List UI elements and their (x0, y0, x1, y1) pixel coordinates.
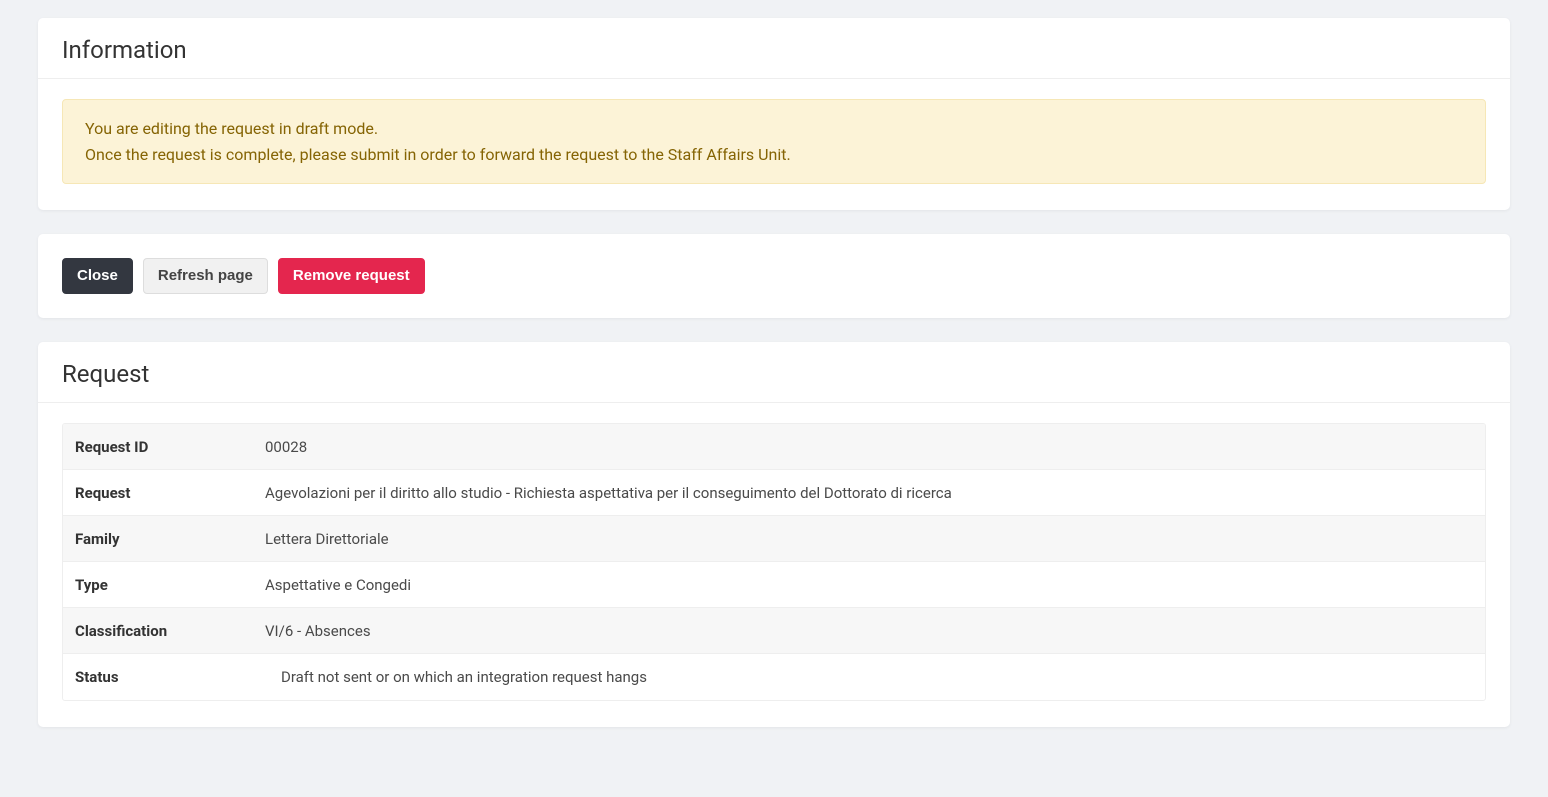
details-value: Agevolazioni per il diritto allo studio … (253, 472, 1485, 514)
remove-request-button[interactable]: Remove request (278, 258, 425, 294)
refresh-page-button[interactable]: Refresh page (143, 258, 268, 294)
information-title: Information (62, 36, 1486, 64)
information-card: Information You are editing the request … (38, 18, 1510, 210)
draft-mode-alert: You are editing the request in draft mod… (62, 99, 1486, 184)
details-row: FamilyLettera Direttoriale (63, 516, 1485, 562)
information-header: Information (38, 18, 1510, 79)
details-value: Aspettative e Congedi (253, 564, 1485, 606)
request-header: Request (38, 342, 1510, 403)
alert-line-2: Once the request is complete, please sub… (85, 142, 1463, 168)
details-label: Status (63, 656, 253, 698)
alert-line-1: You are editing the request in draft mod… (85, 116, 1463, 142)
details-value: Draft not sent or on which an integratio… (253, 656, 1485, 698)
details-label: Request ID (63, 426, 253, 468)
details-row: TypeAspettative e Congedi (63, 562, 1485, 608)
details-label: Family (63, 518, 253, 560)
details-value: Lettera Direttoriale (253, 518, 1485, 560)
actions-card: Close Refresh page Remove request (38, 234, 1510, 318)
close-button[interactable]: Close (62, 258, 133, 294)
details-label: Type (63, 564, 253, 606)
details-row: RequestAgevolazioni per il diritto allo … (63, 470, 1485, 516)
actions-row: Close Refresh page Remove request (38, 234, 1510, 318)
details-value: VI/6 - Absences (253, 610, 1485, 652)
details-row: ClassificationVI/6 - Absences (63, 608, 1485, 654)
details-row: Request ID00028 (63, 424, 1485, 470)
request-body: Request ID00028RequestAgevolazioni per i… (38, 403, 1510, 727)
request-details-table: Request ID00028RequestAgevolazioni per i… (62, 423, 1486, 701)
request-title: Request (62, 360, 1486, 388)
details-row: StatusDraft not sent or on which an inte… (63, 654, 1485, 700)
details-label: Request (63, 472, 253, 514)
details-value: 00028 (253, 426, 1485, 468)
request-card: Request Request ID00028RequestAgevolazio… (38, 342, 1510, 727)
information-body: You are editing the request in draft mod… (38, 79, 1510, 210)
details-label: Classification (63, 610, 253, 652)
